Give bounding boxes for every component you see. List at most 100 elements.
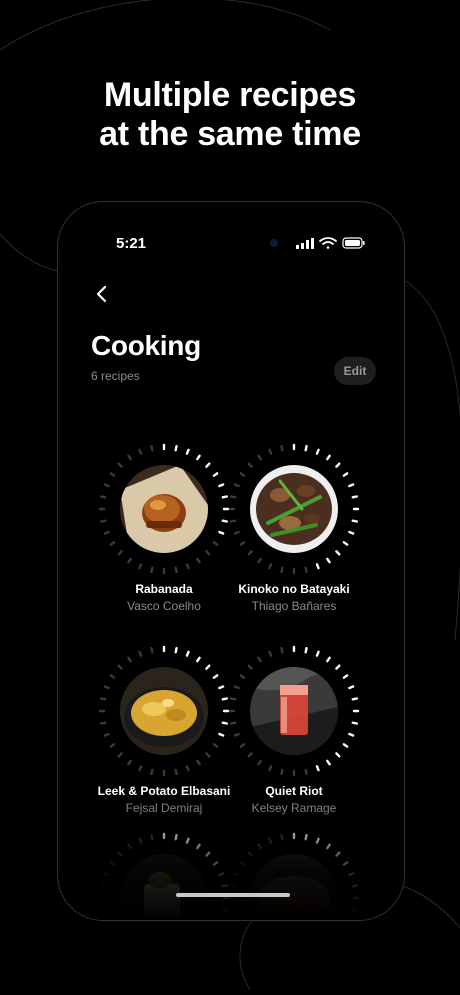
timer-tick [335,664,341,670]
timer-tick [174,445,178,452]
timer-tick [348,685,355,690]
edit-button[interactable]: Edit [334,357,376,385]
timer-tick [185,765,190,772]
timer-tick [150,834,154,841]
timer-tick [247,664,253,670]
timer-tick [174,566,178,574]
timer-tick [280,445,284,452]
timer-tick [103,530,110,535]
timer-tick [351,908,359,912]
timer-tick [304,445,308,452]
timer-tick [280,834,284,841]
timer-tick [280,566,284,574]
timer-tick [268,765,273,772]
timer-tick [185,837,190,844]
timer-tick [335,550,341,556]
timer-tick [100,697,107,701]
timer-tick [230,884,237,888]
headline: Multiple recipes at the same time [0,76,460,154]
timer-tick [233,530,240,535]
timer-tick [233,872,240,877]
timer-tick [315,563,320,570]
wifi-icon [319,237,337,249]
timer-tick [117,851,123,857]
back-button[interactable] [90,282,114,306]
timer-tick [138,765,143,772]
recipe-card[interactable]: Kinoko no Batayaki Thiago Bañares [209,424,379,624]
timer-tick [326,557,331,564]
timer-tick [335,752,341,758]
timer-tick [348,732,355,737]
timer-tick [315,650,320,657]
timer-tick [239,472,246,477]
timer-tick [103,872,110,877]
timer-tick [196,656,201,663]
timer-tick [257,557,262,564]
recipe-name: Quiet Riot [265,784,323,798]
chevron-left-icon [96,285,107,303]
recipe-card[interactable] [209,813,379,920]
timer-tick [196,454,201,461]
timer-tick [304,768,308,776]
timer-tick [342,541,349,546]
timer-tick [174,647,178,654]
timer-tick [257,843,262,850]
timer-tick [335,851,341,857]
timer-tick [127,656,132,663]
timer-tick [127,843,132,850]
timer-tick [103,685,110,690]
timer-tick [326,454,331,461]
timer-tick [150,566,154,574]
timer-tick [304,834,308,841]
timer-tick [138,837,143,844]
timer-tick [100,908,107,912]
timer-tick [196,843,201,850]
recipe-photo [250,465,338,553]
timer-tick [150,445,154,452]
timer-tick [127,759,132,766]
timer-tick [351,495,359,499]
timer-tick [117,664,123,670]
timer-tick [315,837,320,844]
timer-tick [127,557,132,564]
timer-tick [351,721,359,725]
timer-tick [351,884,359,888]
timer-tick [335,462,341,468]
timer-tick [239,541,246,546]
recipe-photo [250,667,338,755]
timer-tick [196,557,201,564]
timer-tick [247,752,253,758]
timer-tick [174,834,178,841]
recipe-photo [120,667,208,755]
timer-tick [315,448,320,455]
timer-tick [100,884,107,888]
recipe-count: 6 recipes [91,369,140,383]
timer-tick [304,647,308,654]
status-time: 5:21 [116,235,147,252]
headline-line-2: at the same time [99,115,361,153]
timer-tick [342,861,349,866]
timer-tick [117,752,123,758]
timer-tick [348,530,355,535]
battery-icon [342,237,365,249]
timer-tick [233,483,240,488]
timer-tick [117,462,123,468]
timer-tick [233,685,240,690]
timer-tick [230,908,237,912]
phone-frame: 5:21 Cooking 6 recipes Edit Rabanada Vas… [57,201,405,921]
signal-icon [296,238,314,249]
timer-tick [109,861,116,866]
timer-tick [247,462,253,468]
timer-tick [342,674,349,679]
timer-tick [257,759,262,766]
home-indicator[interactable] [176,893,290,897]
timer-tick [103,483,110,488]
recipe-card[interactable]: Quiet Riot Kelsey Ramage [209,626,379,826]
timer-tick [247,550,253,556]
timer-tick [100,721,107,725]
recipe-name: Kinoko no Batayaki [238,582,350,596]
timer-tick [247,851,253,857]
timer-tick [268,563,273,570]
timer-tick [138,650,143,657]
timer-tick [150,768,154,776]
